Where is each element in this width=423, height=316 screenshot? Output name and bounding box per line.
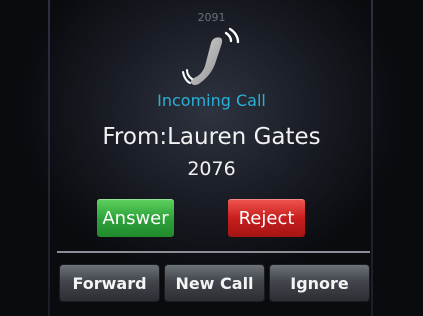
caller-number: 2076 [187, 158, 236, 180]
ignore-softkey[interactable]: Ignore [269, 264, 370, 302]
incoming-call-screen: 2091 Incoming Call From:Lauren Gates 207… [0, 0, 423, 316]
line-number: 2091 [197, 11, 226, 24]
call-status: Incoming Call [157, 91, 266, 110]
new-call-softkey[interactable]: New Call [164, 264, 265, 302]
answer-button[interactable]: Answer [97, 199, 174, 237]
forward-softkey[interactable]: Forward [59, 264, 160, 302]
reject-button[interactable]: Reject [228, 199, 305, 237]
ringing-phone-icon [182, 27, 240, 86]
caller-name: From:Lauren Gates [102, 124, 321, 150]
softkey-divider [57, 251, 370, 253]
